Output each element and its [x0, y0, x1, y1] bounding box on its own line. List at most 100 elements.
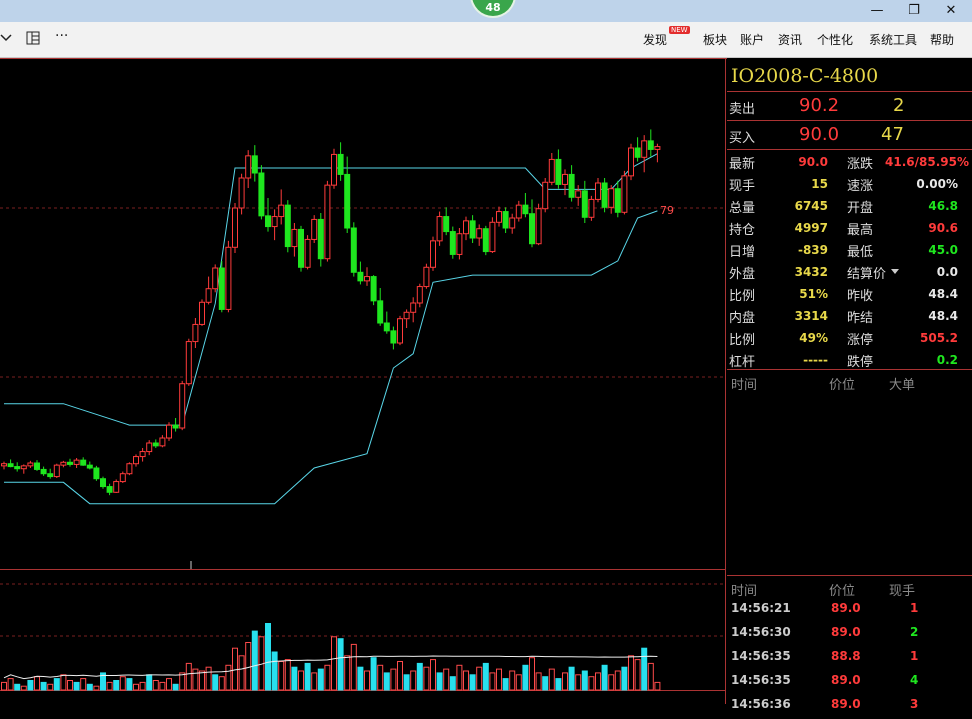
volume-bar: [152, 680, 159, 691]
chevron-down-icon[interactable]: [0, 31, 12, 47]
candle-body: [463, 220, 469, 235]
volume-bar: [628, 655, 634, 691]
kline-chart[interactable]: 79: [0, 58, 727, 704]
layout-icon[interactable]: [26, 31, 40, 49]
sell-row[interactable]: 卖出 90.2 2: [727, 95, 972, 117]
volume-bar: [410, 670, 417, 691]
volume-bar: [416, 662, 423, 691]
tick-price: 89.0: [831, 673, 861, 687]
volume-bar: [146, 674, 153, 691]
menu-help[interactable]: 帮助: [930, 31, 954, 48]
notification-badge[interactable]: 48: [470, 0, 516, 18]
volume-bar: [93, 685, 100, 691]
volume-bar: [350, 643, 357, 691]
field-value: 3432: [794, 265, 828, 279]
field-value: 4997: [794, 221, 828, 235]
volume-bar: [641, 647, 648, 691]
candle-body: [634, 147, 641, 158]
field-value: 15: [811, 177, 828, 191]
field-value: 3314: [794, 309, 828, 323]
volume-bar: [311, 672, 318, 691]
volume-bar: [581, 670, 588, 691]
volume-bar: [251, 630, 258, 691]
volume-bar: [601, 664, 608, 691]
field-value: 48.4: [928, 287, 958, 301]
close-button[interactable]: ✕: [934, 0, 968, 22]
buy-label: 买入: [729, 131, 756, 146]
lower-band-line: [4, 210, 658, 505]
volume-bar: [126, 678, 133, 691]
more-icon[interactable]: ···: [55, 28, 68, 44]
volume-bar: [337, 638, 344, 691]
quote-field-row: 内盘 3314 昨结 48.4: [727, 305, 972, 327]
volume-bar: [133, 683, 139, 691]
volume-bar: [634, 659, 641, 691]
candle-body: [337, 153, 344, 175]
quote-field-row: 最新 90.0 涨跌 41.6/85.95%: [727, 151, 972, 173]
quote-field-row: 日增 -839 最低 45.0: [727, 239, 972, 261]
menu-personalize[interactable]: 个性化: [817, 31, 853, 48]
volume-bar: [364, 670, 370, 691]
title-bar: 48 — ❐ ✕: [0, 0, 972, 22]
candle-body: [106, 486, 113, 493]
quote-field-row: 外盘 3432 结算价 0.0: [727, 261, 972, 283]
volume-bar: [139, 681, 146, 691]
candle-body: [172, 424, 179, 429]
candle-body: [245, 155, 252, 179]
restore-button[interactable]: ❐: [897, 0, 931, 22]
volume-bar: [575, 674, 582, 691]
volume-bar: [621, 666, 628, 691]
volume-bar: [73, 681, 80, 691]
candle-body: [119, 473, 126, 483]
candle-body: [522, 204, 529, 215]
field-value: 41.6/85.95%: [885, 155, 969, 169]
field-value: 0.00%: [916, 177, 958, 191]
tick-qty: 1: [910, 649, 919, 663]
candle-body: [192, 323, 199, 343]
menu-news[interactable]: 资讯: [778, 31, 802, 48]
candle-body: [47, 473, 54, 478]
candle-body: [218, 267, 225, 310]
volume-bar: [529, 657, 535, 691]
menu-discover[interactable]: 发现 NEW: [643, 26, 690, 48]
candle-body: [377, 300, 384, 324]
menu-sector[interactable]: 板块: [703, 31, 727, 48]
candle-body: [575, 190, 582, 198]
open-interest-line: [3, 655, 658, 680]
menu-system-tools[interactable]: 系统工具: [869, 31, 917, 48]
volume-bar: [509, 670, 516, 691]
quote-field-row: 比例 51% 昨收 48.4: [727, 283, 972, 305]
candle-body: [641, 140, 648, 158]
tick-qty: 3: [910, 697, 919, 711]
candle-body: [60, 461, 67, 466]
candle-body: [476, 228, 483, 239]
candles-group: [1, 129, 661, 496]
tick-qty: 2: [910, 625, 919, 639]
volume-bar: [390, 668, 397, 691]
volume-bar: [555, 678, 562, 691]
volume-bar: [443, 668, 450, 691]
field-value: 51%: [799, 287, 828, 301]
menu-account[interactable]: 账户: [740, 31, 764, 48]
ticks-header-qty: 现手: [889, 584, 916, 599]
settlement-dropdown-icon[interactable]: [891, 269, 899, 274]
candle-body: [139, 451, 146, 458]
candle-body: [73, 459, 80, 465]
tick-time: 14:56:35: [731, 649, 791, 663]
volume-bar: [232, 647, 238, 691]
candle-body: [357, 271, 364, 282]
minimize-button[interactable]: —: [860, 0, 894, 22]
volume-bar: [515, 674, 522, 691]
tick-time: 14:56:35: [731, 673, 791, 687]
volume-bar: [53, 678, 60, 691]
field-label: 昨收: [847, 289, 874, 304]
tick-price: 89.0: [831, 625, 861, 639]
volume-bar: [377, 664, 384, 691]
volume-bar: [284, 659, 291, 691]
candle-body: [410, 302, 417, 313]
field-label: 结算价: [847, 267, 887, 282]
tick-time: 14:56:21: [731, 601, 791, 615]
candle-body: [1, 463, 7, 467]
candle-body: [93, 467, 100, 480]
buy-row[interactable]: 买入 90.0 47: [727, 124, 972, 146]
